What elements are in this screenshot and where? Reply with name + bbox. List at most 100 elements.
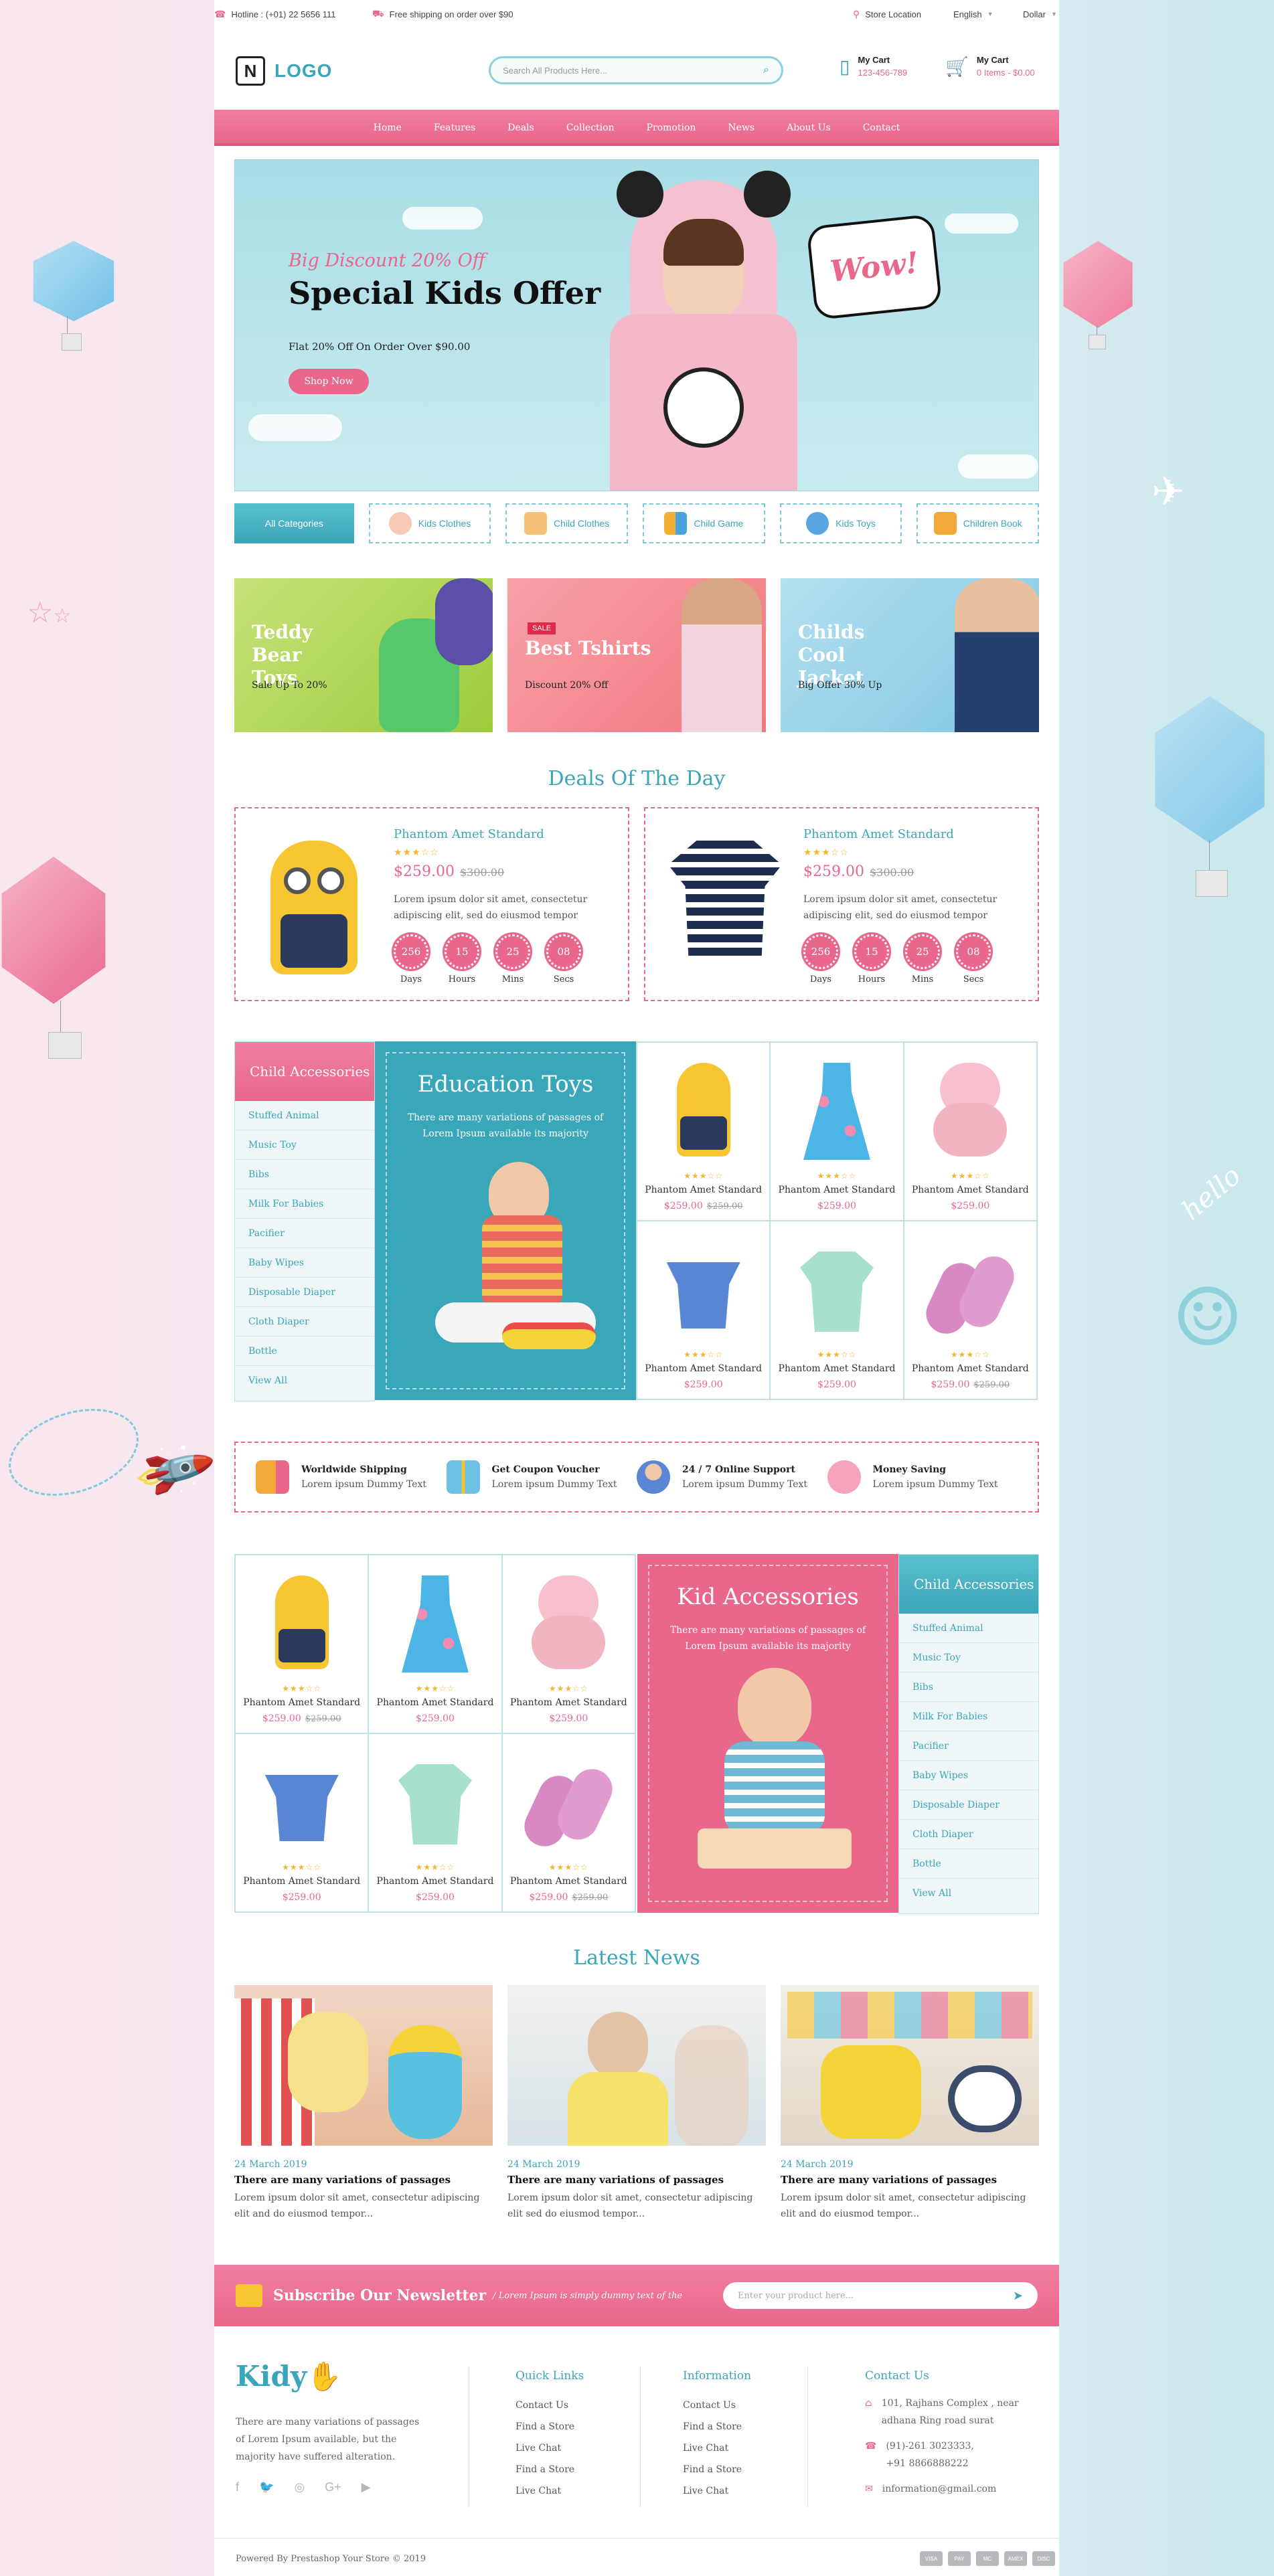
category-children-book[interactable]: Children Book (917, 503, 1040, 543)
category-all[interactable]: All Categories (234, 503, 354, 543)
shop-now-button[interactable]: Shop Now (289, 369, 369, 394)
product-name[interactable]: Phantom Amet Standard (369, 1876, 501, 1887)
news-card[interactable]: 24 March 2019 There are many variations … (507, 1985, 766, 2222)
product-card[interactable]: ★★★☆☆ Phantom Amet Standard $259.00 (368, 1555, 502, 1733)
news-title[interactable]: There are many variations of passages (234, 2174, 493, 2186)
nav-features[interactable]: Features (418, 110, 491, 143)
product-name[interactable]: Phantom Amet Standard (503, 1697, 635, 1708)
product-card[interactable]: ★★★☆☆ Phantom Amet Standard $259.00 $259.… (235, 1555, 369, 1733)
sidebar-item-bottle[interactable]: Bottle (899, 1849, 1038, 1879)
sidebar-item-bottle[interactable]: Bottle (235, 1337, 374, 1366)
category-child-clothes[interactable]: Child Clothes (505, 503, 629, 543)
banner-teddy-bear[interactable]: Teddy Bear Toys Sale Up To 20% (234, 578, 493, 732)
sidebar-item-disposable-diaper[interactable]: Disposable Diaper (899, 1790, 1038, 1820)
twitter-icon[interactable]: 🐦 (259, 2480, 274, 2494)
footer-link[interactable]: Find a Store (683, 2459, 751, 2480)
product-name[interactable]: Phantom Amet Standard (236, 1697, 368, 1708)
nav-promotion[interactable]: Promotion (631, 110, 712, 143)
product-name[interactable]: Phantom Amet Standard (503, 1876, 635, 1887)
nav-news[interactable]: News (712, 110, 771, 143)
phone-cart-block[interactable]: ▯ My Cart 123-456-789 (840, 55, 907, 78)
sidebar-item-pacifier[interactable]: Pacifier (899, 1731, 1038, 1761)
language-select[interactable]: English ▼ (953, 9, 993, 19)
footer-link[interactable]: Find a Store (515, 2416, 584, 2437)
product-card[interactable]: ★★★☆☆ Phantom Amet Standard $259.00 (903, 1042, 1037, 1221)
product-name[interactable]: Phantom Amet Standard (803, 827, 954, 841)
sidebar-item-pacifier[interactable]: Pacifier (235, 1219, 374, 1248)
send-icon[interactable]: ➤ (1013, 2289, 1023, 2303)
sidebar-item-stuffed-animal[interactable]: Stuffed Animal (235, 1101, 374, 1130)
product-card[interactable]: ★★★☆☆ Phantom Amet Standard $259.00 (637, 1221, 771, 1399)
footer-link[interactable]: Find a Store (515, 2459, 584, 2480)
currency-select[interactable]: Dollar ▼ (1023, 9, 1057, 19)
nav-deals[interactable]: Deals (491, 110, 550, 143)
news-title[interactable]: There are many variations of passages (507, 2174, 766, 2186)
footer-link[interactable]: Live Chat (515, 2480, 584, 2502)
deal-card[interactable]: Phantom Amet Standard ★★★☆☆ $259.00 $300.… (234, 807, 629, 1001)
deal-card[interactable]: Phantom Amet Standard ★★★☆☆ $259.00 $300.… (644, 807, 1039, 1001)
product-name[interactable]: Phantom Amet Standard (904, 1363, 1036, 1374)
category-kids-clothes[interactable]: Kids Clothes (368, 503, 491, 543)
product-card[interactable]: ★★★☆☆ Phantom Amet Standard $259.00 (770, 1042, 904, 1221)
category-kids-toys[interactable]: Kids Toys (779, 503, 902, 543)
footer-link[interactable]: Live Chat (683, 2480, 751, 2502)
google-plus-icon[interactable]: G+ (325, 2480, 341, 2494)
sidebar-item-music-toy[interactable]: Music Toy (235, 1130, 374, 1160)
youtube-icon[interactable]: ▶ (362, 2480, 371, 2494)
education-toys-promo[interactable]: Education Toys There are many variations… (375, 1041, 636, 1400)
footer-link[interactable]: Live Chat (683, 2437, 751, 2459)
search-icon[interactable]: ⌕ (763, 64, 769, 76)
product-name[interactable]: Phantom Amet Standard (369, 1697, 501, 1708)
product-card[interactable]: ★★★☆☆ Phantom Amet Standard $259.00 $259.… (637, 1042, 771, 1221)
category-child-game[interactable]: Child Game (643, 503, 765, 543)
sidebar-item-cloth-diaper[interactable]: Cloth Diaper (235, 1307, 374, 1337)
banner-cool-jacket[interactable]: Childs Cool Jacket Big Offer 30% Up (781, 578, 1039, 732)
sidebar-item-stuffed-animal[interactable]: Stuffed Animal (899, 1614, 1038, 1643)
cart-button[interactable]: 🛒 My Cart 0 Items - $0.00 (945, 55, 1035, 78)
contact-email[interactable]: ✉ information@gmail.com (865, 2480, 1046, 2498)
product-card[interactable]: ★★★☆☆ Phantom Amet Standard $259.00 $259.… (903, 1221, 1037, 1399)
product-name[interactable]: Phantom Amet Standard (637, 1185, 769, 1195)
sidebar-item-baby-wipes[interactable]: Baby Wipes (899, 1761, 1038, 1790)
product-card[interactable]: ★★★☆☆ Phantom Amet Standard $259.00 (368, 1733, 502, 1912)
nav-home[interactable]: Home (357, 110, 418, 143)
footer-logo[interactable]: Kidy✋ (236, 2360, 342, 2393)
sidebar-item-bibs[interactable]: Bibs (899, 1672, 1038, 1702)
sidebar-item-bibs[interactable]: Bibs (235, 1160, 374, 1189)
product-name[interactable]: Phantom Amet Standard (904, 1185, 1036, 1195)
product-name[interactable]: Phantom Amet Standard (637, 1363, 769, 1374)
nav-contact[interactable]: Contact (847, 110, 917, 143)
sidebar-item-cloth-diaper[interactable]: Cloth Diaper (899, 1820, 1038, 1849)
footer-link[interactable]: Live Chat (515, 2437, 584, 2459)
news-card[interactable]: 24 March 2019 There are many variations … (781, 1985, 1039, 2222)
nav-collection[interactable]: Collection (550, 110, 631, 143)
site-logo[interactable]: N LOGO (236, 56, 332, 86)
search-input[interactable]: Search All Products Here... ⌕ (489, 56, 783, 84)
product-name[interactable]: Phantom Amet Standard (394, 827, 544, 841)
facebook-icon[interactable]: f (236, 2480, 239, 2494)
sidebar-item-music-toy[interactable]: Music Toy (899, 1643, 1038, 1672)
product-card[interactable]: ★★★☆☆ Phantom Amet Standard $259.00 (235, 1733, 369, 1912)
store-location-link[interactable]: ⚲ Store Location (853, 9, 921, 20)
product-name[interactable]: Phantom Amet Standard (236, 1876, 368, 1887)
product-name[interactable]: Phantom Amet Standard (771, 1363, 902, 1374)
sidebar-item-view-all[interactable]: View All (235, 1366, 374, 1395)
newsletter-email-input[interactable]: Enter your product here... ➤ (723, 2282, 1038, 2309)
product-card[interactable]: ★★★☆☆ Phantom Amet Standard $259.00 (501, 1555, 635, 1733)
kid-accessories-promo[interactable]: Kid Accessories There are many variation… (637, 1554, 898, 1913)
footer-link[interactable]: Find a Store (683, 2416, 751, 2437)
sidebar-item-milk[interactable]: Milk For Babies (235, 1189, 374, 1219)
banner-best-tshirts[interactable]: SALE Best Tshirts Discount 20% Off (507, 578, 766, 732)
hotline[interactable]: ☎ Hotline : (+01) 22 5656 111 (214, 9, 335, 20)
footer-link[interactable]: Contact Us (515, 2395, 584, 2416)
nav-about-us[interactable]: About Us (771, 110, 847, 143)
product-card[interactable]: ★★★☆☆ Phantom Amet Standard $259.00 (770, 1221, 904, 1399)
product-card[interactable]: ★★★☆☆ Phantom Amet Standard $259.00 $259.… (501, 1733, 635, 1912)
product-name[interactable]: Phantom Amet Standard (771, 1185, 902, 1195)
sidebar-item-baby-wipes[interactable]: Baby Wipes (235, 1248, 374, 1278)
news-card[interactable]: 24 March 2019 There are many variations … (234, 1985, 493, 2222)
news-title[interactable]: There are many variations of passages (781, 2174, 1039, 2186)
footer-link[interactable]: Contact Us (683, 2395, 751, 2416)
instagram-icon[interactable]: ◎ (294, 2480, 305, 2494)
sidebar-item-view-all[interactable]: View All (899, 1879, 1038, 1908)
